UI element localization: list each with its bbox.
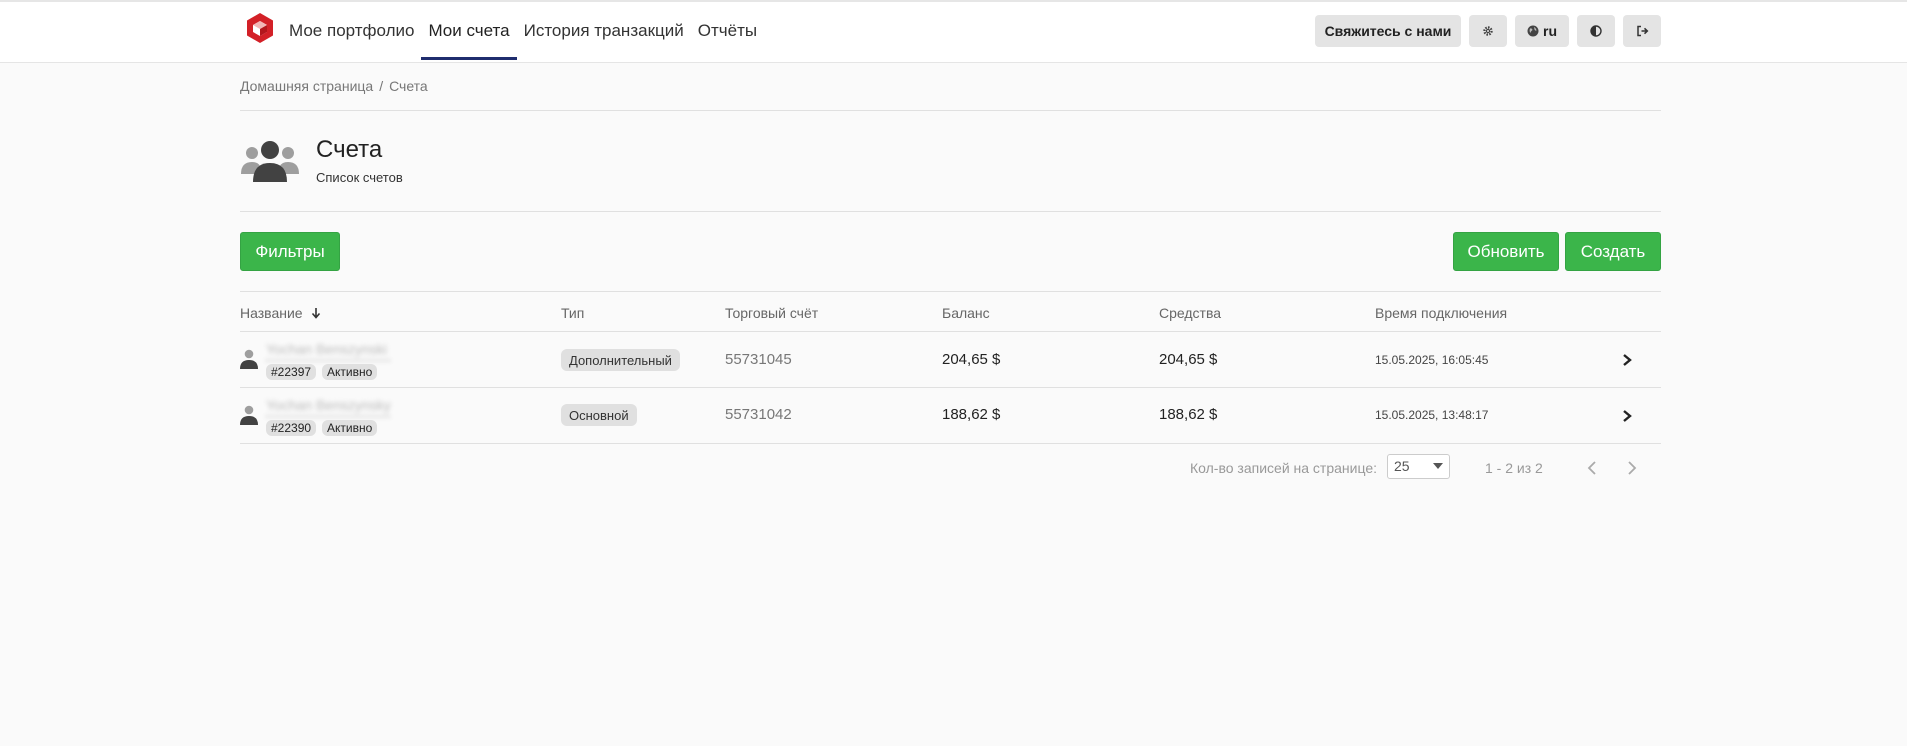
per-page-select[interactable]: 25 (1387, 454, 1450, 479)
breadcrumb-separator: / (379, 78, 384, 94)
nav-accounts[interactable]: Мои счета (421, 2, 517, 60)
chevron-right-icon[interactable] (1620, 353, 1634, 367)
column-header-type[interactable]: Тип (561, 305, 584, 321)
connection-time: 15.05.2025, 13:48:17 (1375, 408, 1489, 422)
arrow-down-icon (311, 308, 320, 319)
nav-portfolio[interactable]: Мое портфолио (282, 2, 421, 60)
account-id-badge: #22390 (266, 420, 317, 436)
filters-button[interactable]: Фильтры (240, 232, 340, 271)
settings-button[interactable] (1469, 15, 1507, 47)
account-type-badge: Дополнительный (561, 349, 680, 371)
table-header-border (240, 331, 1661, 332)
language-button[interactable]: ru (1515, 15, 1569, 47)
breadcrumb-current: Счета (389, 78, 428, 94)
top-navbar: Мое портфолио Мои счета История транзакц… (0, 2, 1907, 63)
breadcrumb: Домашняя страница / Счета (240, 78, 1661, 94)
gear-icon (1483, 26, 1493, 36)
trading-account: 55731045 (725, 351, 792, 368)
connection-time: 15.05.2025, 16:05:45 (1375, 353, 1489, 367)
page-subtitle: Список счетов (316, 170, 403, 185)
row-divider (240, 387, 1661, 388)
nav-transaction-history[interactable]: История транзакций (517, 2, 691, 60)
divider (240, 291, 1661, 292)
globe-icon (1527, 25, 1539, 37)
account-name[interactable]: Yochan Benszynsky (266, 397, 391, 417)
status-badge: Активно (322, 420, 378, 436)
breadcrumb-home[interactable]: Домашняя страница (240, 78, 373, 94)
column-header-connection-time[interactable]: Время подключения (1375, 305, 1507, 321)
language-label: ru (1543, 23, 1557, 39)
nav-reports[interactable]: Отчёты (691, 2, 764, 60)
user-icon (240, 349, 258, 369)
balance-value: 188,62 $ (942, 406, 1001, 423)
logout-icon (1636, 25, 1648, 37)
account-name[interactable]: Yochan Benszynski (266, 341, 390, 361)
per-page-value: 25 (1394, 458, 1410, 474)
theme-toggle-button[interactable] (1577, 15, 1615, 47)
page-title: Счета (316, 136, 383, 163)
funds-value: 204,65 $ (1159, 351, 1218, 368)
pagination-info: 1 - 2 из 2 (1485, 460, 1543, 476)
create-button[interactable]: Создать (1565, 232, 1661, 271)
account-id-badge: #22397 (266, 364, 317, 380)
navbar-actions: Свяжитесь с нами ru (1315, 15, 1661, 47)
next-page-icon[interactable] (1624, 459, 1640, 477)
users-icon (241, 141, 299, 182)
column-header-balance[interactable]: Баланс (942, 305, 990, 321)
trading-account: 55731042 (725, 406, 792, 423)
row-divider (240, 443, 1661, 444)
column-header-name-label: Название (240, 305, 303, 321)
per-page-label: Кол-во записей на странице: (1190, 460, 1378, 476)
refresh-button[interactable]: Обновить (1453, 232, 1559, 271)
account-type-badge: Основной (561, 404, 637, 426)
funds-value: 188,62 $ (1159, 406, 1218, 423)
user-icon (240, 405, 258, 425)
balance-value: 204,65 $ (942, 351, 1001, 368)
divider (240, 211, 1661, 212)
caret-down-icon (1433, 463, 1443, 469)
contact-us-button[interactable]: Свяжитесь с нами (1315, 15, 1461, 47)
column-header-account[interactable]: Торговый счёт (725, 305, 818, 321)
main-nav: Мое портфолио Мои счета История транзакц… (282, 2, 764, 62)
logout-button[interactable] (1623, 15, 1661, 47)
chevron-right-icon[interactable] (1620, 409, 1634, 423)
contrast-icon (1590, 25, 1602, 37)
column-header-funds[interactable]: Средства (1159, 305, 1221, 321)
prev-page-icon[interactable] (1584, 459, 1600, 477)
column-header-name[interactable]: Название (240, 305, 321, 321)
status-badge: Активно (322, 364, 378, 380)
logo-icon[interactable] (246, 12, 274, 44)
divider (240, 110, 1661, 111)
